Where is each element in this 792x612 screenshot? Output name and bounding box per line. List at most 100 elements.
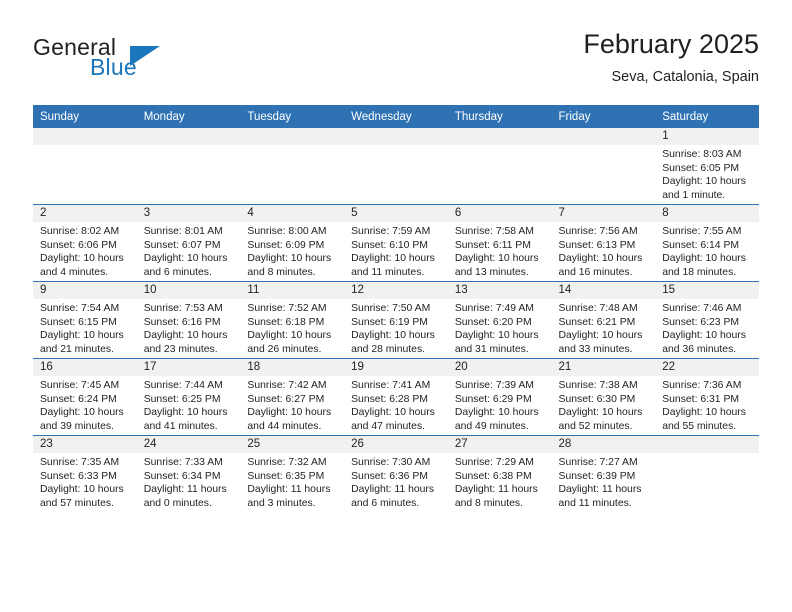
sunset-text: Sunset: 6:25 PM <box>143 393 221 405</box>
weekday-header-row: Sunday Monday Tuesday Wednesday Thursday… <box>33 105 759 128</box>
day-details: Sunrise: 7:30 AM Sunset: 6:36 PM Daylight:… <box>344 453 448 510</box>
calendar-day-cell[interactable]: 16 Sunrise: 7:45 AM Sunset: 6:24 PM Dayligh… <box>33 358 137 436</box>
daylight-text-line2: and 6 minutes. <box>143 266 212 278</box>
day-details: Sunrise: 7:59 AM Sunset: 6:10 PM Daylight:… <box>344 222 448 279</box>
sunrise-text: Sunrise: 7:55 AM <box>662 226 742 237</box>
sunrise-text: Sunrise: 7:48 AM <box>558 303 638 314</box>
sunrise-text: Sunrise: 8:02 AM <box>40 226 120 237</box>
day-details: Sunrise: 7:29 AM Sunset: 6:38 PM Daylight:… <box>448 453 552 510</box>
calendar-day-cell[interactable]: 14 Sunrise: 7:48 AM Sunset: 6:21 PM Dayligh… <box>551 281 656 359</box>
daylight-text-line1: Daylight: 10 hours <box>40 330 124 342</box>
calendar-day-cell[interactable]: 22 Sunrise: 7:36 AM Sunset: 6:31 PM Dayligh… <box>655 358 759 436</box>
calendar-day-cell[interactable]: 23 Sunrise: 7:35 AM Sunset: 6:33 PM Dayligh… <box>33 435 137 512</box>
daylight-text-line1: Daylight: 10 hours <box>662 407 746 419</box>
daylight-text-line1: Daylight: 10 hours <box>454 407 539 419</box>
calendar-day-cell[interactable]: 10 Sunrise: 7:53 AM Sunset: 6:16 PM Dayligh… <box>136 281 241 359</box>
daylight-text-line2: and 8 minutes. <box>454 497 523 509</box>
day-number: 15 <box>655 282 759 299</box>
day-details: Sunrise: 7:39 AM Sunset: 6:29 PM Daylight:… <box>448 376 552 433</box>
sunset-text: Sunset: 6:05 PM <box>662 162 740 174</box>
day-details: Sunrise: 7:52 AM Sunset: 6:18 PM Daylight:… <box>240 299 344 356</box>
sunrise-text: Sunrise: 7:58 AM <box>454 226 534 237</box>
calendar-day-cell[interactable]: 9 Sunrise: 7:54 AM Sunset: 6:15 PM Daylight… <box>33 281 137 359</box>
calendar-day-cell[interactable]: 19 Sunrise: 7:41 AM Sunset: 6:28 PM Dayligh… <box>344 358 448 436</box>
sunset-text: Sunset: 6:31 PM <box>662 393 740 405</box>
calendar-day-cell[interactable]: 8 Sunrise: 7:55 AM Sunset: 6:14 PM Daylight… <box>655 204 759 282</box>
calendar-week-row: 9 Sunrise: 7:54 AM Sunset: 6:15 PM Daylight… <box>33 281 759 359</box>
daylight-text-line2: and 57 minutes. <box>40 497 114 509</box>
sunset-text: Sunset: 6:29 PM <box>454 393 532 405</box>
calendar-day-cell[interactable]: 4 Sunrise: 8:00 AM Sunset: 6:09 PM Daylight… <box>240 204 345 282</box>
day-number: 5 <box>344 205 448 222</box>
daylight-text-line2: and 0 minutes. <box>143 497 212 509</box>
calendar-day-cell[interactable]: 7 Sunrise: 7:56 AM Sunset: 6:13 PM Daylight… <box>551 204 656 282</box>
day-number: 21 <box>551 359 656 376</box>
daylight-text-line2: and 44 minutes. <box>247 420 322 432</box>
sunrise-text: Sunrise: 7:30 AM <box>351 457 431 468</box>
weekday-header-wednesday: Wednesday <box>344 105 448 128</box>
calendar-day-cell[interactable]: 17 Sunrise: 7:44 AM Sunset: 6:25 PM Dayligh… <box>136 358 241 436</box>
sunset-text: Sunset: 6:36 PM <box>351 470 428 482</box>
sunset-text: Sunset: 6:16 PM <box>143 316 221 328</box>
day-number: 18 <box>240 359 345 376</box>
calendar-day-cell[interactable]: 24 Sunrise: 7:33 AM Sunset: 6:34 PM Dayligh… <box>136 435 241 512</box>
calendar-day-cell[interactable]: 2 Sunrise: 8:02 AM Sunset: 6:06 PM Daylight… <box>33 204 137 282</box>
day-number <box>447 128 552 145</box>
day-details: Sunrise: 7:58 AM Sunset: 6:11 PM Daylight:… <box>448 222 552 279</box>
day-number: 27 <box>447 436 552 453</box>
sunset-text: Sunset: 6:28 PM <box>351 393 428 405</box>
calendar-day-cell[interactable]: 13 Sunrise: 7:49 AM Sunset: 6:20 PM Dayligh… <box>447 281 552 359</box>
logo-text-blue: Blue <box>90 54 137 80</box>
daylight-text-line1: Daylight: 10 hours <box>247 253 332 265</box>
sunrise-text: Sunrise: 7:36 AM <box>662 380 742 391</box>
page-title: February 2025 <box>583 29 759 59</box>
day-details: Sunrise: 7:50 AM Sunset: 6:19 PM Daylight:… <box>344 299 448 356</box>
sunrise-text: Sunrise: 7:50 AM <box>351 303 431 314</box>
day-number: 25 <box>240 436 345 453</box>
calendar-day-cell[interactable]: 25 Sunrise: 7:32 AM Sunset: 6:35 PM Dayligh… <box>240 435 345 512</box>
day-number: 19 <box>344 359 448 376</box>
day-number: 24 <box>136 436 241 453</box>
general-blue-logo[interactable]: General Blue <box>33 34 213 90</box>
day-number <box>33 128 137 145</box>
calendar-day-cell[interactable]: 20 Sunrise: 7:39 AM Sunset: 6:29 PM Dayligh… <box>447 358 552 436</box>
day-number: 23 <box>33 436 137 453</box>
daylight-text-line2: and 1 minute. <box>662 189 726 201</box>
calendar-day-cell[interactable]: 1 Sunrise: 8:03 AM Sunset: 6:05 PM Daylight… <box>655 128 759 205</box>
sunrise-text: Sunrise: 7:52 AM <box>247 303 327 314</box>
daylight-text-line2: and 26 minutes. <box>247 343 322 355</box>
day-details: Sunrise: 7:41 AM Sunset: 6:28 PM Daylight:… <box>344 376 448 433</box>
sunrise-text: Sunrise: 7:46 AM <box>662 303 742 314</box>
daylight-text-line2: and 55 minutes. <box>662 420 737 432</box>
sunset-text: Sunset: 6:07 PM <box>143 239 221 251</box>
day-number: 11 <box>240 282 345 299</box>
daylight-text-line1: Daylight: 10 hours <box>40 407 124 419</box>
weekday-header-tuesday: Tuesday <box>240 105 345 128</box>
day-details: Sunrise: 8:00 AM Sunset: 6:09 PM Daylight:… <box>240 222 344 279</box>
calendar-day-cell[interactable]: 21 Sunrise: 7:38 AM Sunset: 6:30 PM Dayligh… <box>551 358 656 436</box>
calendar-day-cell[interactable]: 11 Sunrise: 7:52 AM Sunset: 6:18 PM Dayligh… <box>240 281 345 359</box>
calendar-day-cell[interactable]: 3 Sunrise: 8:01 AM Sunset: 6:07 PM Daylight… <box>136 204 241 282</box>
calendar-week-row: 2 Sunrise: 8:02 AM Sunset: 6:06 PM Daylight… <box>33 204 759 282</box>
calendar-cell-empty <box>655 435 759 512</box>
calendar-day-cell[interactable]: 27 Sunrise: 7:29 AM Sunset: 6:38 PM Dayligh… <box>447 435 552 512</box>
calendar-day-cell[interactable]: 28 Sunrise: 7:27 AM Sunset: 6:39 PM Dayligh… <box>551 435 656 512</box>
day-number <box>136 128 241 145</box>
calendar-cell-empty <box>33 128 137 205</box>
calendar-day-cell[interactable]: 26 Sunrise: 7:30 AM Sunset: 6:36 PM Dayligh… <box>344 435 448 512</box>
calendar-day-cell[interactable]: 18 Sunrise: 7:42 AM Sunset: 6:27 PM Dayligh… <box>240 358 345 436</box>
calendar-day-cell[interactable]: 6 Sunrise: 7:58 AM Sunset: 6:11 PM Daylight… <box>447 204 552 282</box>
sunset-text: Sunset: 6:23 PM <box>662 316 740 328</box>
sunset-text: Sunset: 6:14 PM <box>662 239 740 251</box>
day-number: 6 <box>447 205 552 222</box>
daylight-text-line2: and 4 minutes. <box>40 266 109 278</box>
calendar-cell-empty <box>136 128 241 205</box>
calendar-day-cell[interactable]: 5 Sunrise: 7:59 AM Sunset: 6:10 PM Daylight… <box>344 204 448 282</box>
daylight-text-line2: and 3 minutes. <box>247 497 316 509</box>
daylight-text-line1: Daylight: 10 hours <box>351 407 435 419</box>
weekday-header-saturday: Saturday <box>655 105 759 128</box>
day-details: Sunrise: 7:35 AM Sunset: 6:33 PM Daylight:… <box>33 453 137 510</box>
sunset-text: Sunset: 6:38 PM <box>454 470 532 482</box>
calendar-day-cell[interactable]: 15 Sunrise: 7:46 AM Sunset: 6:23 PM Dayligh… <box>655 281 759 359</box>
calendar-day-cell[interactable]: 12 Sunrise: 7:50 AM Sunset: 6:19 PM Dayligh… <box>344 281 448 359</box>
